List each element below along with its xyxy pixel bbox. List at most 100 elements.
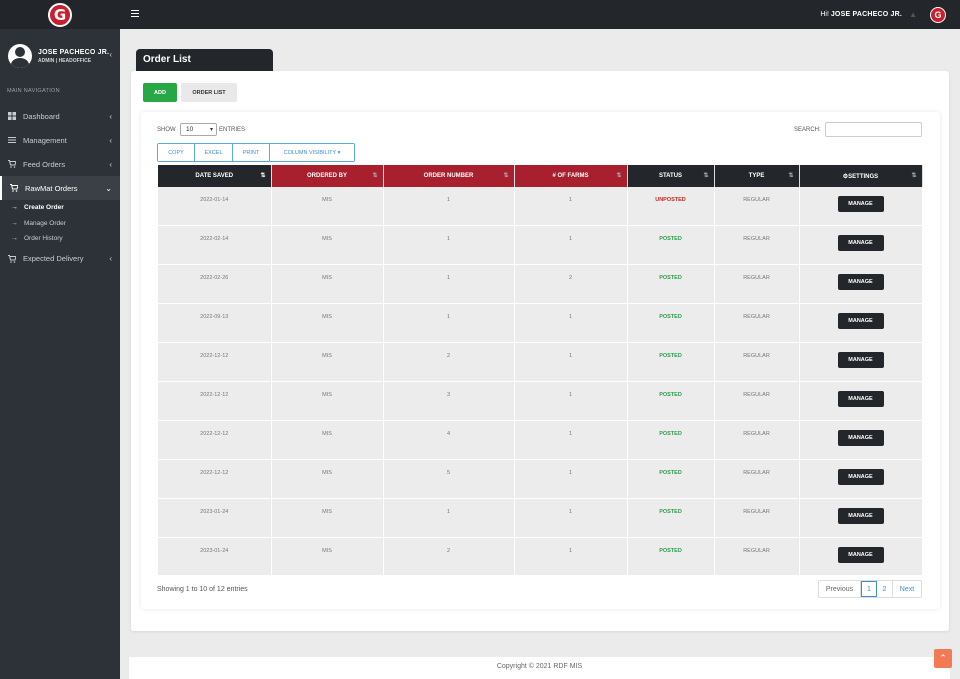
table-row: 2022-02-26 MIS 1 2 POSTED REGULAR MANAGE [158,264,923,305]
cell-status-text: POSTED [659,508,682,515]
cell-status: POSTED [627,537,715,577]
excel-button[interactable]: EXCEL [195,144,233,161]
cell-type-text: REGULAR [743,314,770,321]
manage-button[interactable]: MANAGE [837,313,884,330]
previous-page-button[interactable]: Previous [819,581,861,597]
cell-type-text: REGULAR [743,547,770,554]
cell-num-farms-text: 1 [568,314,573,321]
sidebar-item-expected-delivery[interactable]: Expected Delivery ‹ [0,247,120,271]
cell-settings: MANAGE [799,459,923,499]
page-button-1[interactable]: 1 [861,581,877,597]
manage-button[interactable]: MANAGE [837,507,884,524]
page-button-2[interactable]: 2 [877,581,893,597]
bell-icon[interactable]: ▲ [909,10,917,19]
list-icon [8,137,16,143]
cell-status-text: POSTED [659,353,682,360]
table-row: 2023-01-24 MIS 1 1 POSTED REGULAR MANAGE [158,498,923,538]
cell-date-saved: 2022-12-12 [158,381,272,421]
arrow-right-icon: → [11,204,18,212]
manage-button[interactable]: MANAGE [837,546,884,563]
col-date-saved[interactable]: DATE SAVED ⇅ [158,165,272,187]
table-row: 2022-09-13 MIS 1 1 POSTED REGULAR MANAGE [158,303,923,344]
cell-order-number-text: 3 [446,391,451,398]
cell-type: REGULAR [714,459,800,499]
cell-ordered-by: MIS [271,381,384,421]
cell-ordered-by: MIS [271,187,384,227]
order-list-button[interactable]: ORDER LIST [181,83,237,102]
column-visibility-button[interactable]: COLUMN VISIBILITY ▾ [270,144,354,161]
cart-icon [10,184,18,192]
cell-num-farms-text: 1 [568,236,573,243]
cell-date-saved-text: 2022-12-12 [200,353,229,360]
cell-order-number: 2 [383,537,515,577]
sidebar-item-feed-orders[interactable]: Feed Orders ‹ [0,152,120,176]
cell-date-saved-text: 2022-01-14 [200,197,229,203]
manage-button[interactable]: MANAGE [837,390,884,407]
cell-type: REGULAR [714,381,800,421]
manage-button[interactable]: MANAGE [837,468,884,485]
search-input[interactable] [825,122,922,137]
col-settings[interactable]: ⚙SETTINGS ⇅ [799,165,923,187]
cell-order-number-text: 2 [446,353,451,360]
next-page-button[interactable]: Next [893,581,921,597]
col-order-number[interactable]: ORDER NUMBER ⇅ [383,165,515,187]
chevron-left-icon[interactable]: ‹ [109,50,112,59]
user-greeting: Hi! JOSE PACHECO JR. [820,11,902,18]
sidebar-subitem-manage-order[interactable]: → Manage Order [0,216,120,232]
cell-date-saved-text: 2022-02-26 [200,275,229,282]
sidebar-subitem-order-history[interactable]: → Order History [0,231,120,247]
add-button[interactable]: ADD [143,83,177,102]
col-label: ⚙SETTINGS [842,173,879,180]
col-num-farms[interactable]: # OF FARMS ⇅ [514,165,628,187]
cell-ordered-by-text: MIS [322,236,332,243]
col-type[interactable]: TYPE ⇅ [714,165,800,187]
cell-date-saved: 2022-12-12 [158,420,272,460]
cell-type: REGULAR [714,303,800,344]
manage-button[interactable]: MANAGE [837,196,884,212]
arrow-right-icon: → [11,219,18,227]
manage-button[interactable]: MANAGE [837,274,884,291]
cell-num-farms-text: 1 [568,197,573,203]
cell-status: POSTED [627,303,715,344]
manage-button[interactable]: MANAGE [837,352,884,369]
manage-button[interactable]: MANAGE [837,429,884,446]
cell-type-text: REGULAR [743,508,770,515]
cell-settings: MANAGE [799,225,923,266]
sidebar-item-management[interactable]: Management ‹ [0,128,120,152]
cell-type-text: REGULAR [743,275,770,282]
cell-order-number-text: 1 [446,236,451,243]
entries-value: 10 [186,126,194,133]
table-row: 2022-12-12 MIS 5 1 POSTED REGULAR MANAGE [158,459,923,499]
sort-icon: ⇅ [260,173,266,179]
entries-select[interactable]: 10 ▾ [180,123,217,136]
cell-order-number-text: 1 [446,275,451,282]
cell-date-saved: 2022-12-12 [158,342,272,382]
print-button[interactable]: PRINT [233,144,270,161]
hamburger-menu-icon[interactable] [131,10,139,17]
cell-date-saved: 2022-02-14 [158,225,272,266]
brand-logo[interactable]: G [48,2,72,27]
chevron-up-icon: ⌃ [939,653,947,663]
pagination: Previous 1 2 Next [818,580,922,598]
sidebar-subitem-create-order[interactable]: → Create Order [0,200,120,216]
sidebar-item-rawmat-orders[interactable]: RawMat Orders ⌄ [0,176,120,200]
cell-type: REGULAR [714,342,800,382]
col-ordered-by[interactable]: ORDERED BY ⇅ [271,165,384,187]
scroll-to-top-button[interactable]: ⌃ [934,649,952,668]
copy-button[interactable]: COPY [158,144,195,161]
cell-date-saved-text: 2023-01-24 [200,547,229,554]
cell-num-farms: 1 [514,381,628,421]
cell-status-text: POSTED [659,391,682,398]
brand-logo-small[interactable]: G [930,7,946,23]
manage-button[interactable]: MANAGE [837,235,884,252]
cell-settings: MANAGE [799,303,923,344]
cell-order-number-text: 1 [446,197,451,203]
dashboard-icon [8,112,16,120]
sidebar-item-dashboard[interactable]: Dashboard ‹ [0,104,120,128]
user-panel[interactable]: JOSE PACHECO JR. ADMIN | HEADOFFICE ‹ [0,36,120,76]
sort-icon: ⇅ [503,173,509,179]
sort-icon: ⇅ [372,173,378,179]
col-status[interactable]: STATUS ⇅ [627,165,715,187]
cell-ordered-by: MIS [271,264,384,305]
cell-type-text: REGULAR [743,236,770,243]
